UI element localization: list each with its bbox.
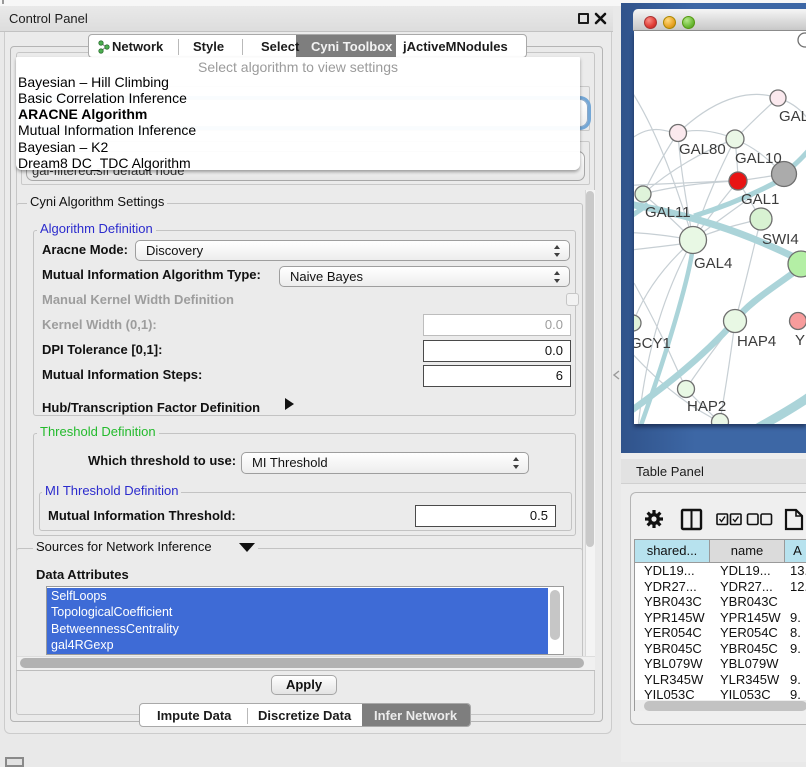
svg-text:GAL1: GAL1: [741, 191, 779, 208]
svg-text:GAL: GAL: [779, 108, 806, 125]
svg-text:Y: Y: [795, 332, 805, 349]
svg-text:GAL80: GAL80: [679, 141, 726, 158]
svg-text:HAP2: HAP2: [687, 398, 726, 415]
svg-text:GAL10: GAL10: [735, 150, 782, 167]
svg-text:GAL11: GAL11: [645, 204, 691, 221]
svg-text:SWI4: SWI4: [762, 231, 799, 248]
svg-text:GAL4: GAL4: [694, 255, 732, 272]
svg-text:GCY1: GCY1: [634, 335, 671, 352]
svg-text:HAP4: HAP4: [737, 333, 776, 350]
